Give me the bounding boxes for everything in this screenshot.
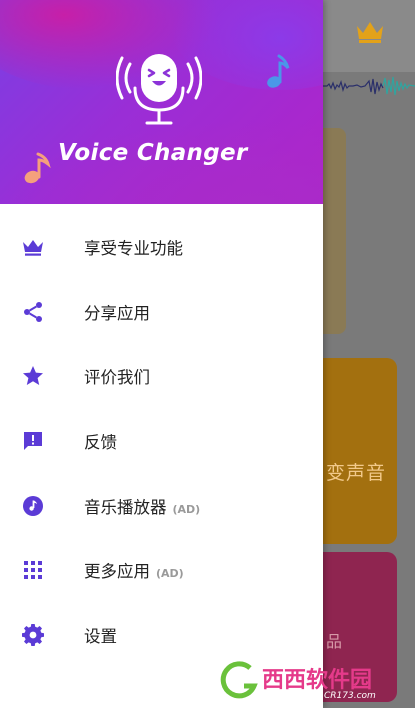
menu-item-share-app[interactable]: 分享应用 xyxy=(0,280,323,345)
crown-icon[interactable] xyxy=(354,18,386,44)
menu-item-label: 评价我们 xyxy=(84,368,150,388)
waveform-graphic xyxy=(323,76,415,96)
crown-icon xyxy=(20,234,46,260)
share-icon xyxy=(20,299,46,325)
drawer-menu: 享受专业功能 分享应用 评价我们 反馈 音乐播放器 (AD) 更多应用 (AD)… xyxy=(0,204,323,667)
menu-item-more-apps[interactable]: 更多应用 (AD) xyxy=(0,538,323,603)
menu-item-label-text: 音乐播放器 xyxy=(84,497,167,517)
watermark-text: 西西软件园 xyxy=(262,667,372,693)
settings-gear-icon xyxy=(20,622,46,648)
apps-grid-icon xyxy=(20,557,46,583)
menu-item-pro-features[interactable]: 享受专业功能 xyxy=(0,215,323,280)
music-note-decoration-icon xyxy=(24,152,51,184)
menu-item-feedback[interactable]: 反馈 xyxy=(0,409,323,474)
drawer-header: Voice Changer xyxy=(0,0,323,204)
menu-item-label-text: 更多应用 xyxy=(84,562,150,582)
menu-item-label: 设置 xyxy=(84,626,117,646)
navigation-drawer: Voice Changer 享受专业功能 分享应用 评价我们 反馈 音乐播放器 … xyxy=(0,0,323,708)
menu-item-label: 反馈 xyxy=(84,433,117,453)
star-icon xyxy=(20,363,46,389)
watermark-logo: 西西软件园 CR173.com xyxy=(217,656,376,702)
feedback-icon xyxy=(20,428,46,454)
music-note-decoration-icon xyxy=(267,54,290,88)
watermark-subtext: CR173.com xyxy=(324,691,376,701)
music-note-icon xyxy=(20,493,46,519)
app-title: Voice Changer xyxy=(58,140,248,166)
microphone-logo-icon xyxy=(116,54,202,125)
menu-item-rate-us[interactable]: 评价我们 xyxy=(0,344,323,409)
background-card-label: 变声音 xyxy=(326,462,387,484)
ad-badge: (AD) xyxy=(172,502,201,516)
background-card-label: 品 xyxy=(326,632,343,651)
menu-item-label: 更多应用 (AD) xyxy=(84,558,184,582)
ad-badge: (AD) xyxy=(156,567,184,581)
menu-item-music-player[interactable]: 音乐播放器 (AD) xyxy=(0,473,323,538)
menu-item-label: 分享应用 xyxy=(84,303,150,323)
menu-item-label: 享受专业功能 xyxy=(84,239,183,259)
menu-item-label: 音乐播放器 (AD) xyxy=(84,494,200,518)
